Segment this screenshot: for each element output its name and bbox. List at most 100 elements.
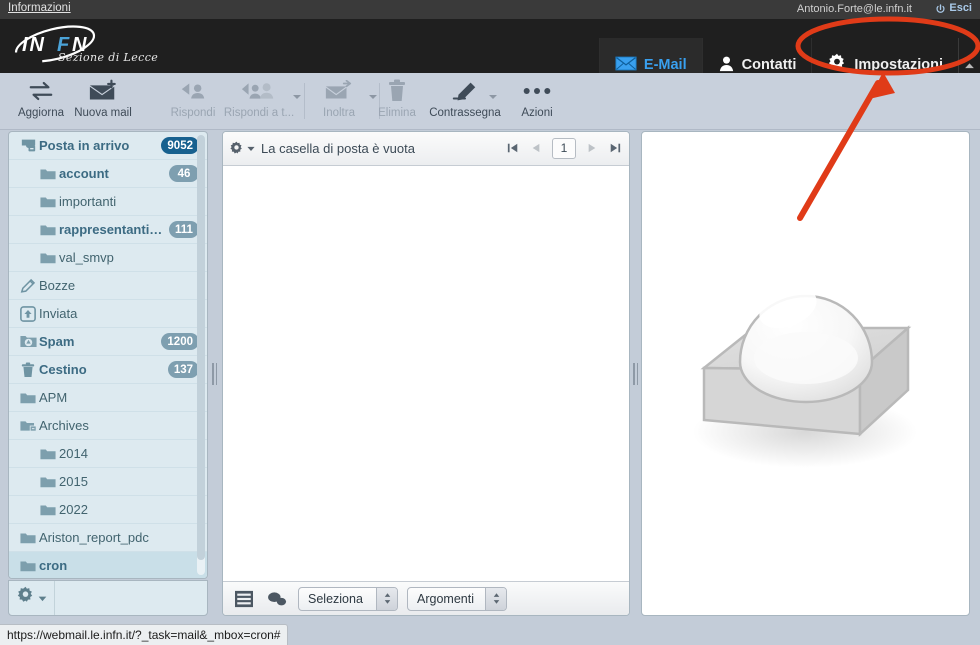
folder-name: 2022 [59, 502, 88, 517]
folder-parent-icon [17, 419, 39, 433]
trash-icon [17, 361, 39, 378]
app-header: IN F N Sezione di Lecce E-Mail Contatti … [0, 19, 980, 92]
forward-icon [324, 77, 354, 105]
toolbar-button-contrassegna[interactable]: Contrassegna [428, 77, 502, 127]
folder-item-cron[interactable]: cron [9, 552, 207, 578]
status-bar: https://webmail.le.infn.it/?_task=mail&_… [0, 624, 289, 645]
last-page-icon[interactable] [608, 137, 622, 159]
toolbar-label-inoltra: Inoltra [323, 107, 355, 119]
folder-unread-badge: 137 [167, 361, 199, 378]
toolbar-label-azioni: Azioni [521, 107, 553, 119]
list-options-button[interactable] [223, 133, 261, 165]
tab-email-label: E-Mail [643, 57, 687, 73]
folder-item-account[interactable]: account 46 [9, 160, 207, 188]
folder-item-apm[interactable]: APM [9, 384, 207, 412]
informazioni-link[interactable]: Informazioni [8, 2, 71, 14]
folder-name: APM [39, 390, 68, 405]
stepper-arrows-icon [376, 587, 397, 610]
splitter-folders-list[interactable] [208, 131, 221, 616]
folder-name: Posta in arrivo [39, 138, 130, 153]
splitter-grip [212, 362, 217, 385]
message-preview-pane [641, 131, 970, 616]
toolbar-button-rispondi: Rispondi [156, 77, 230, 127]
reply-icon [179, 77, 207, 105]
toolbar-button-elimina: Elimina [360, 77, 434, 127]
trash-icon [387, 77, 407, 105]
folder-icon [37, 251, 59, 264]
folder-name: 2014 [59, 446, 88, 461]
folder-name: cron [39, 558, 68, 573]
refresh-icon [28, 77, 54, 105]
scrollbar-thumb[interactable] [197, 135, 205, 560]
ellipsis-icon [522, 77, 552, 105]
list-view-icon[interactable] [232, 587, 256, 611]
page-number[interactable]: 1 [552, 137, 576, 159]
select-dropdown[interactable]: Seleziona [298, 586, 398, 611]
message-list-pane: La casella di posta è vuota 1 Seleziona … [222, 131, 630, 616]
folder-item-importanti[interactable]: importanti [9, 188, 207, 216]
threads-icon[interactable] [265, 587, 289, 611]
folder-name: Ariston_report_pdc [39, 530, 149, 545]
folder-item-2015[interactable]: 2015 [9, 468, 207, 496]
folder-list[interactable]: Posta in arrivo 9052 account 46 importanti ra… [8, 131, 208, 579]
caret-down-icon [38, 589, 47, 607]
infn-logo: IN F N Sezione di Lecce [10, 23, 230, 69]
folder-item-spam[interactable]: Spam 1200 [9, 328, 207, 356]
gear-icon [16, 586, 35, 610]
splitter-grip [633, 362, 638, 385]
prev-page-icon [529, 137, 543, 159]
caret-down-icon-contrassegna[interactable] [489, 95, 497, 99]
folder-name: Inviata [39, 306, 78, 321]
folder-icon [37, 223, 59, 236]
message-list-pager: 1 [506, 137, 622, 159]
folder-list-scrollbar[interactable] [197, 135, 205, 575]
new-mail-icon [88, 77, 118, 105]
toolbar-button-azioni[interactable]: Azioni [500, 77, 574, 127]
folder-name: Cestino [39, 362, 87, 377]
folder-item-rappresentanti[interactable]: rappresentanti… 111 [9, 216, 207, 244]
folder-unread-badge: 46 [169, 165, 199, 182]
folder-name: Spam [39, 334, 75, 349]
folder-icon [37, 475, 59, 488]
folder-item-posta-in-arrivo[interactable]: Posta in arrivo 9052 [9, 132, 207, 160]
folder-name: account [59, 166, 109, 181]
logout-label: Esci [949, 2, 972, 14]
toolbar-button-nuova-mail[interactable]: Nuova mail [66, 77, 140, 127]
logo-subtitle: Sezione di Lecce [58, 51, 159, 64]
sort-dropdown[interactable]: Argomenti [407, 586, 507, 611]
folder-item-val-smvp[interactable]: val_smvp [9, 244, 207, 272]
folder-icon [17, 391, 39, 404]
folder-icon [37, 195, 59, 208]
caret-down-icon-rispondi-a-tutti[interactable] [293, 95, 301, 99]
folder-icon [37, 167, 59, 180]
folder-item-cestino[interactable]: Cestino 137 [9, 356, 207, 384]
toolbar-button-rispondi-a-tutti: Rispondi a t... [222, 77, 296, 127]
folder-item-2022[interactable]: 2022 [9, 496, 207, 524]
folder-icon [17, 559, 39, 572]
folder-item-inviata[interactable]: Inviata [9, 300, 207, 328]
message-list-body[interactable] [223, 166, 629, 581]
folder-item-bozze[interactable]: Bozze [9, 272, 207, 300]
folder-icon [37, 447, 59, 460]
folder-name: Archives [39, 418, 89, 433]
message-list-title: La casella di posta è vuota [261, 141, 415, 156]
logout-button[interactable]: Esci [935, 2, 972, 14]
folder-item-ariston-report-pdc[interactable]: Ariston_report_pdc [9, 524, 207, 552]
folder-item-2014[interactable]: 2014 [9, 440, 207, 468]
svg-text:IN: IN [22, 34, 46, 56]
chevron-up-icon [964, 56, 975, 74]
pencil-icon [17, 278, 39, 294]
stepper-arrows-icon [485, 587, 506, 610]
message-list-header: La casella di posta è vuota 1 [223, 132, 629, 166]
toolbar-label-rispondi: Rispondi [170, 107, 216, 119]
inbox-icon [17, 138, 39, 153]
spam-icon [17, 334, 39, 349]
tab-impostazioni-label: Impostazioni [854, 57, 943, 73]
first-page-icon[interactable] [506, 137, 520, 159]
select-dropdown-label: Seleziona [308, 591, 363, 606]
toolbar-label-elimina: Elimina [378, 107, 416, 119]
folder-actions-button[interactable] [9, 581, 55, 615]
folder-list-footer [8, 580, 208, 616]
marker-icon [451, 77, 479, 105]
folder-item-archives[interactable]: Archives [9, 412, 207, 440]
